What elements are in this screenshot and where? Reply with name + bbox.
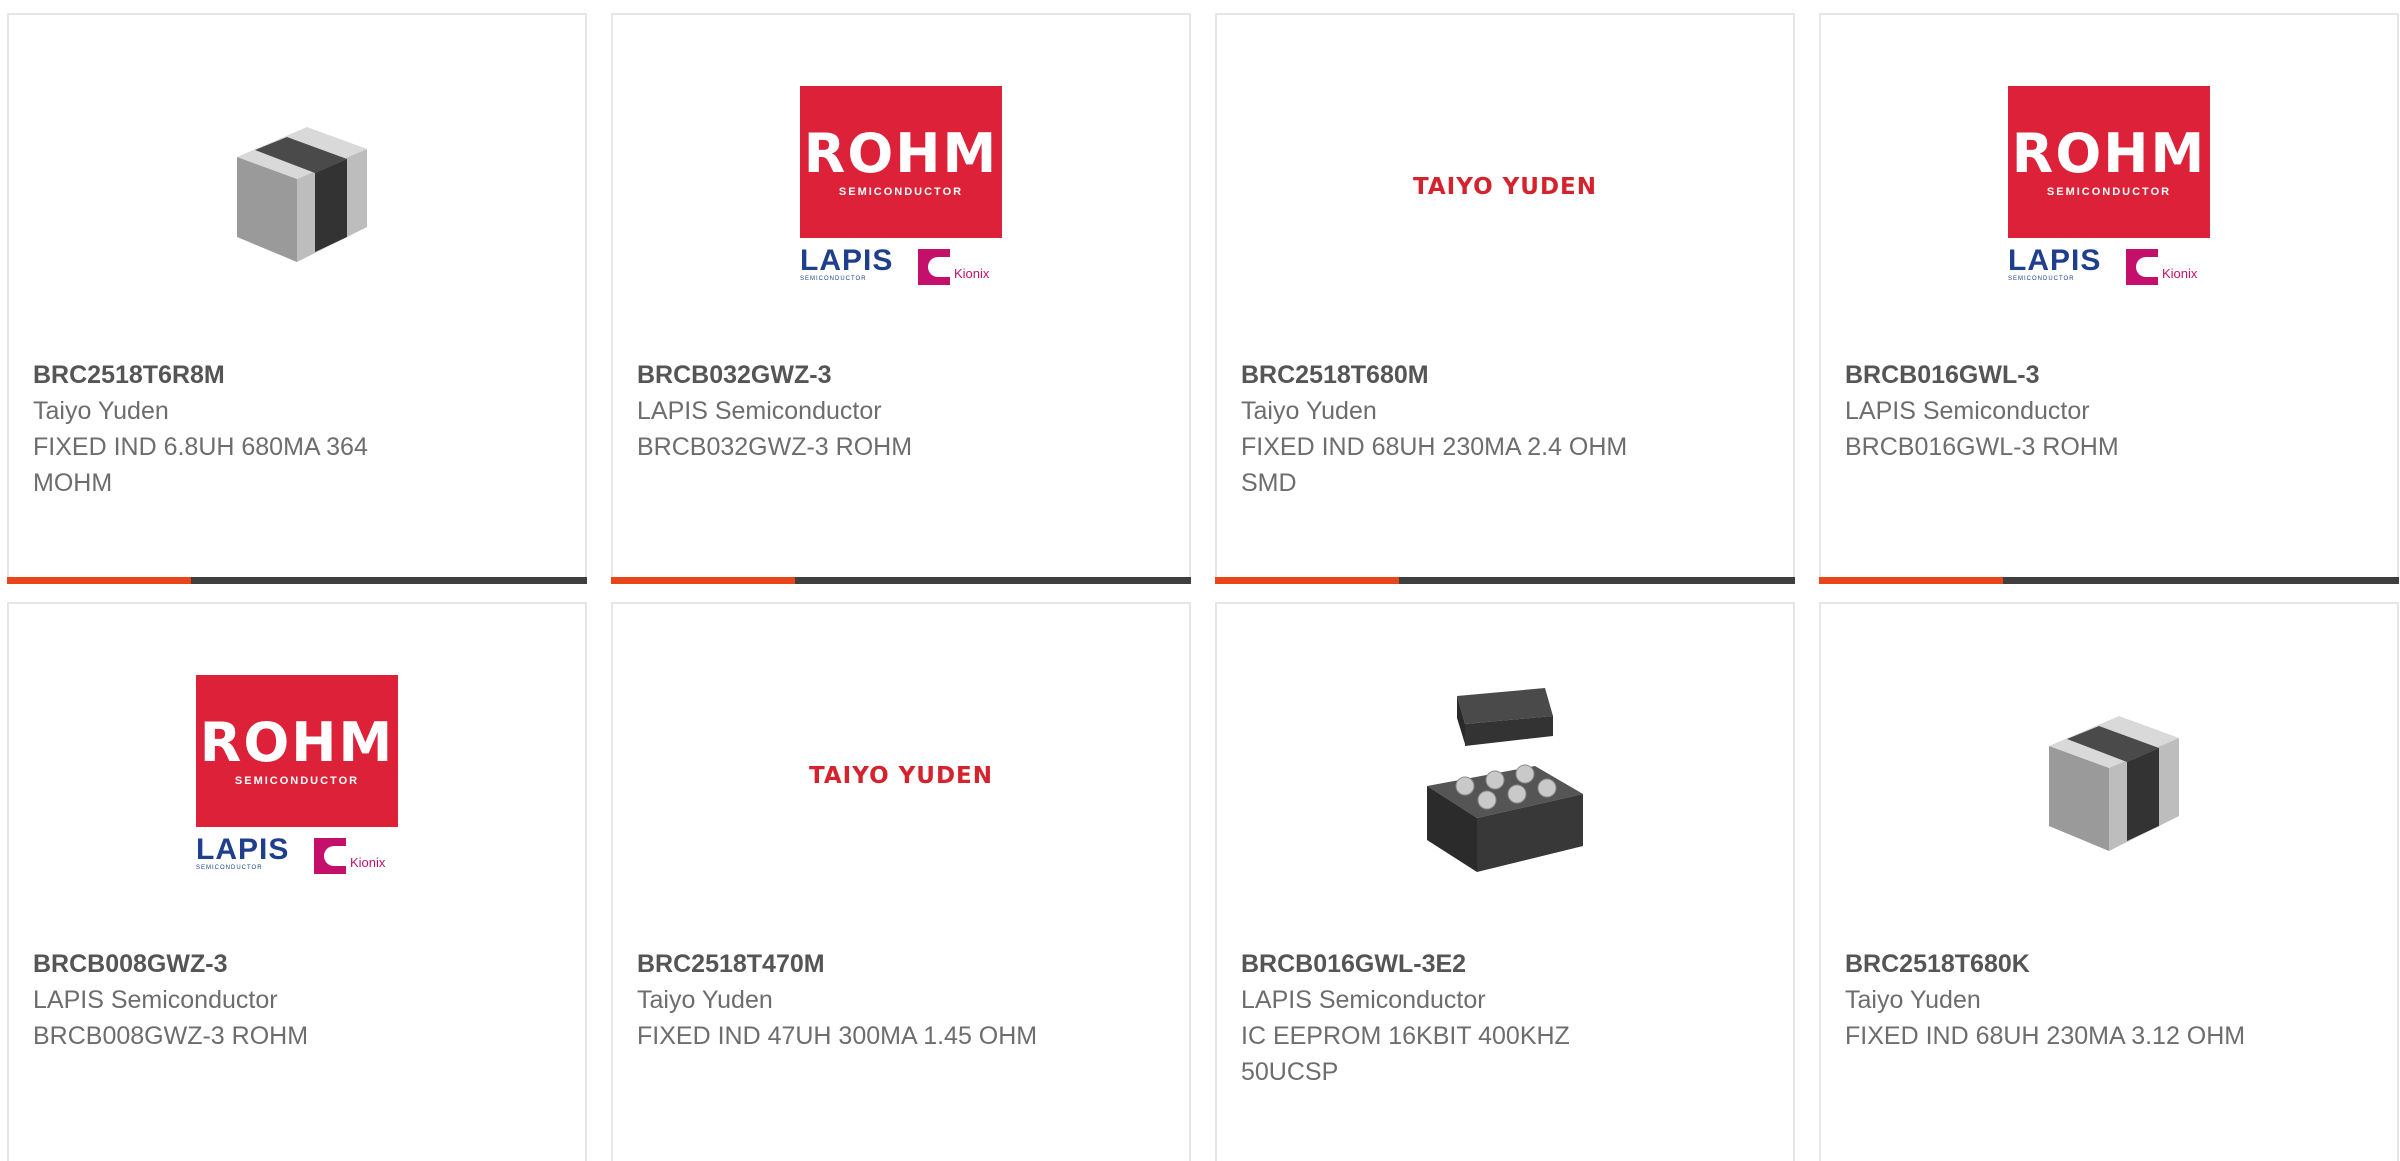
kionix-logo: Kionix: [2126, 248, 2210, 286]
rohm-subtitle: SEMICONDUCTOR: [2046, 186, 2172, 198]
part-number[interactable]: BRC2518T470M: [637, 946, 1057, 982]
card-underline: [611, 577, 1191, 584]
rohm-lapis-logo: ROHM SEMICONDUCTOR LAPIS SEMICONDUCTOR K…: [196, 675, 398, 877]
lapis-wordmark: LAPIS: [800, 244, 894, 277]
product-card[interactable]: ROHM SEMICONDUCTOR LAPIS SEMICONDUCTOR K…: [611, 13, 1191, 584]
part-number[interactable]: BRC2518T680K: [1845, 946, 2265, 982]
product-card[interactable]: BRC2518T680K Taiyo Yuden FIXED IND 68UH …: [1819, 602, 2399, 1161]
part-number[interactable]: BRC2518T6R8M: [33, 357, 453, 393]
product-card[interactable]: TAIYO YUDEN BRC2518T680M Taiyo Yuden FIX…: [1215, 13, 1795, 584]
manufacturer: Taiyo Yuden: [637, 986, 773, 1014]
part-number[interactable]: BRCB032GWZ-3: [637, 357, 1057, 393]
kionix-mark-icon: [314, 838, 346, 874]
product-image[interactable]: ROHM SEMICONDUCTOR LAPIS SEMICONDUCTOR K…: [800, 86, 1002, 288]
description: BRCB016GWL-3 ROHM: [1845, 433, 2119, 461]
lapis-logo: LAPIS SEMICONDUCTOR: [2008, 244, 2116, 283]
inductor-chip-icon: [2049, 716, 2179, 851]
card-underline-accent: [7, 577, 191, 584]
description: BRCB032GWZ-3 ROHM: [637, 433, 913, 461]
part-number[interactable]: BRCB008GWZ-3: [33, 946, 453, 982]
inductor-chip-icon: [237, 127, 367, 262]
product-card[interactable]: BRCB016GWL-3E2 LAPIS Semiconductor IC EE…: [1215, 602, 1795, 1161]
product-image[interactable]: ROHM SEMICONDUCTOR LAPIS SEMICONDUCTOR K…: [196, 675, 398, 877]
rohm-lapis-logo: ROHM SEMICONDUCTOR LAPIS SEMICONDUCTOR K…: [2008, 86, 2210, 288]
rohm-subtitle: SEMICONDUCTOR: [234, 775, 360, 787]
lapis-logo: LAPIS SEMICONDUCTOR: [800, 244, 908, 283]
kionix-wordmark: Kionix: [350, 854, 386, 870]
rohm-lapis-logo: ROHM SEMICONDUCTOR LAPIS SEMICONDUCTOR K…: [800, 86, 1002, 288]
taiyo-yuden-logo: TAIYO YUDEN: [808, 763, 994, 789]
description: IC EEPROM 16KBIT 400KHZ 50UCSP: [1241, 1022, 1570, 1086]
kionix-logo: Kionix: [918, 248, 1002, 286]
description: FIXED IND 68UH 230MA 2.4 OHM SMD: [1241, 433, 1628, 497]
manufacturer: LAPIS Semiconductor: [637, 397, 882, 425]
product-image[interactable]: [2008, 675, 2210, 877]
manufacturer: Taiyo Yuden: [33, 397, 169, 425]
product-card[interactable]: ROHM SEMICONDUCTOR LAPIS SEMICONDUCTOR K…: [7, 602, 587, 1161]
rohm-logo-block: ROHM SEMICONDUCTOR: [800, 86, 1002, 238]
card-underline: [1215, 577, 1795, 584]
description: FIXED IND 6.8UH 680MA 364 MOHM: [33, 433, 368, 497]
product-grid: BRC2518T6R8M Taiyo Yuden FIXED IND 6.8UH…: [0, 0, 2400, 1161]
kionix-mark-icon: [2126, 249, 2158, 285]
card-underline: [7, 577, 587, 584]
card-underline-accent: [611, 577, 795, 584]
lapis-logo: LAPIS SEMICONDUCTOR: [196, 833, 304, 872]
manufacturer: LAPIS Semiconductor: [33, 986, 278, 1014]
rohm-logo-block: ROHM SEMICONDUCTOR: [2008, 86, 2210, 238]
rohm-wordmark: ROHM: [2011, 122, 2207, 185]
kionix-mark-icon: [918, 249, 950, 285]
card-underline-accent: [1215, 577, 1399, 584]
product-card[interactable]: ROHM SEMICONDUCTOR LAPIS SEMICONDUCTOR K…: [1819, 13, 2399, 584]
taiyo-yuden-logo: TAIYO YUDEN: [1412, 174, 1598, 200]
kionix-wordmark: Kionix: [954, 265, 990, 281]
product-card[interactable]: BRC2518T6R8M Taiyo Yuden FIXED IND 6.8UH…: [7, 13, 587, 584]
card-underline: [1819, 577, 2399, 584]
rohm-wordmark: ROHM: [803, 122, 999, 185]
lapis-wordmark: LAPIS: [2008, 244, 2102, 277]
ucsp-package-icon: [1427, 688, 1583, 872]
part-number[interactable]: BRCB016GWL-3E2: [1241, 946, 1661, 982]
rohm-subtitle: SEMICONDUCTOR: [838, 186, 964, 198]
product-image[interactable]: TAIYO YUDEN: [800, 675, 1002, 877]
manufacturer: Taiyo Yuden: [1241, 397, 1377, 425]
product-image[interactable]: TAIYO YUDEN: [1404, 86, 1606, 288]
part-number[interactable]: BRC2518T680M: [1241, 357, 1661, 393]
description: BRCB008GWZ-3 ROHM: [33, 1022, 309, 1050]
manufacturer: LAPIS Semiconductor: [1241, 986, 1486, 1014]
card-underline-accent: [1819, 577, 2003, 584]
manufacturer: Taiyo Yuden: [1845, 986, 1981, 1014]
kionix-logo: Kionix: [314, 837, 398, 875]
product-image[interactable]: [1404, 675, 1606, 877]
rohm-wordmark: ROHM: [199, 711, 395, 774]
description: FIXED IND 47UH 300MA 1.45 OHM: [637, 1022, 1038, 1050]
description: FIXED IND 68UH 230MA 3.12 OHM: [1845, 1022, 2246, 1050]
lapis-wordmark: LAPIS: [196, 833, 290, 866]
manufacturer: LAPIS Semiconductor: [1845, 397, 2090, 425]
rohm-logo-block: ROHM SEMICONDUCTOR: [196, 675, 398, 827]
product-image[interactable]: ROHM SEMICONDUCTOR LAPIS SEMICONDUCTOR K…: [2008, 86, 2210, 288]
part-number[interactable]: BRCB016GWL-3: [1845, 357, 2265, 393]
product-card[interactable]: TAIYO YUDEN BRC2518T470M Taiyo Yuden FIX…: [611, 602, 1191, 1161]
kionix-wordmark: Kionix: [2162, 265, 2198, 281]
product-image[interactable]: [196, 86, 398, 288]
